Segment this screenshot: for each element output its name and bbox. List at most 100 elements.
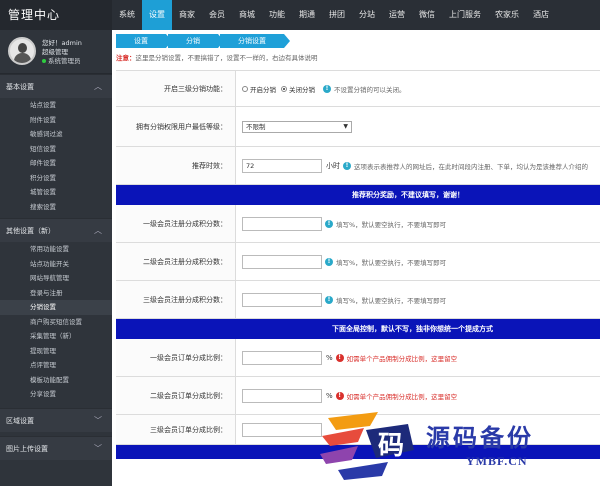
breadcrumb-item[interactable]: 分销 [168,34,224,48]
topnav-item[interactable]: 拼团 [322,0,352,30]
sidebar-item[interactable]: 积分设置 [0,171,112,186]
watermark-glyph: 码 [378,431,404,461]
chevron-up-icon: ︿ [94,82,102,91]
breadcrumb-item[interactable]: 设置 [116,34,172,48]
topnav-item[interactable]: 商家 [172,0,202,30]
topnav-item[interactable]: 期通 [292,0,322,30]
breadcrumb: 设置 分销 分销设置 [116,34,290,48]
app-title: 管理中心 [0,0,112,30]
row-reg2: 二级会员注册分成积分数： ! 填写%，默认要空执行，不要填写即可 [116,243,600,281]
sidebar-group-region[interactable]: 区域设置 ﹀ [0,407,112,432]
time-input[interactable]: 72 [242,158,322,173]
time-unit: 小时 [326,161,340,170]
row-ord1: 一级会员订单分成比例： %! 如需单个产品佣制分成比例，这里留空 [116,339,600,377]
ord3-input[interactable] [242,422,322,437]
sidebar-item[interactable]: 城管设置 [0,185,112,200]
topnav-item[interactable]: 微信 [412,0,442,30]
sidebar-item[interactable]: 模板功能配置 [0,373,112,388]
radio-off-label: 关闭分销 [289,85,315,94]
profile-info: 您好！admin 超级管理 系统管理员 [42,39,82,66]
field-label: 二级会员订单分成比例： [116,377,236,414]
reg1-input[interactable] [242,216,322,231]
radio-on-label: 开启分销 [250,85,276,94]
topnav-item[interactable]: 分站 [352,0,382,30]
sidebar-item[interactable]: 邮件设置 [0,156,112,171]
topnav-item[interactable]: 系统 [112,0,142,30]
sidebar-item[interactable]: 分享设置 [0,387,112,402]
avatar[interactable] [8,37,36,65]
field-hint: 填写%，默认要空执行，不要填写即可 [336,258,447,267]
info-icon: ! [325,219,333,228]
field-label: 拥有分销权限用户最低等级： [116,107,236,146]
reg3-input[interactable] [242,292,322,307]
sidebar-item[interactable]: 点评管理 [0,358,112,373]
section-band-points: 推荐积分奖励，不建议填写，谢谢！ [116,185,600,205]
sidebar-group-other[interactable]: 其他设置（新） ︿ [0,218,112,242]
warning-icon: ! [335,391,344,400]
sidebar-group-upload[interactable]: 图片上传设置 ﹀ [0,435,112,460]
row-reg1: 一级会员注册分成积分数： ! 填写%，默认要空执行，不要填写即可 [116,205,600,243]
percent-unit: % [326,391,333,400]
field-hint: 不设置分销的可以关闭。 [334,85,406,94]
radio-off[interactable] [281,85,287,92]
notice-text: 这里是分销设置，不要搞错了，设置不一样的，右边有具体说明 [135,54,318,62]
sidebar-item[interactable]: 站点功能开关 [0,257,112,272]
watermark-logo-icon: 码 [320,412,414,480]
sidebar-item[interactable]: 敏感词过滤 [0,127,112,142]
breadcrumb-item[interactable]: 分销设置 [220,34,290,48]
percent-unit: % [326,353,333,362]
sidebar-item[interactable]: 常用功能设置 [0,242,112,257]
topnav-item[interactable]: 会员 [202,0,232,30]
online-dot-icon [42,59,46,63]
sidebar-item-active[interactable]: 分销设置 [0,300,112,315]
sidebar-item[interactable]: 站点设置 [0,98,112,113]
sidebar-item[interactable]: 网站导航管理 [0,271,112,286]
profile-greeting: 您好！admin [42,39,82,47]
topnav-item-active[interactable]: 设置 [142,0,172,30]
field-hint: 填写%，默认要空执行，不要填写即可 [336,220,447,229]
ord2-input[interactable] [242,388,322,403]
ord1-input[interactable] [242,350,322,365]
reg2-input[interactable] [242,254,322,269]
topnav-item[interactable]: 商城 [232,0,262,30]
sidebar-item[interactable]: 采集管理（新） [0,329,112,344]
sidebar-item[interactable]: 登录与注册 [0,286,112,301]
profile-role: 超级管理 [42,48,68,56]
info-icon: ! [343,161,351,170]
chevron-down-icon: ▼ [343,122,348,130]
topnav-item[interactable]: 酒店 [526,0,556,30]
info-icon: ! [325,257,333,266]
field-hint: 填写%，默认要空执行，不要填写即可 [336,296,447,305]
sidebar-group-label: 基本设置 [6,83,34,91]
chevron-up-icon: ︿ [94,226,102,235]
watermark-logo: 码 源码备份 YMBF.CN [316,408,600,486]
sidebar-item[interactable]: 商户购买短信设置 [0,315,112,330]
topnav-item[interactable]: 功能 [262,0,292,30]
field-label: 三级会员订单分成比例： [116,415,236,444]
sidebar: 您好！admin 超级管理 系统管理员 基本设置 ︿ 站点设置 附件设置 敏感词… [0,30,112,486]
radio-on[interactable] [242,85,248,92]
watermark-title: 源码备份 [426,423,534,452]
field-label: 一级会员注册分成积分数： [116,205,236,242]
row-time: 推荐时效： 72 小时 ! 这项表示表推荐人的网址后，在此时间段内注册、下单，均认… [116,147,600,185]
settings-form: 开启三级分销功能： 开启分销 关闭分销 ! 不设置分销的可以关闭。 拥有分销权限用… [116,70,600,459]
topnav-item[interactable]: 上门服务 [442,0,488,30]
top-nav: 系统 设置 商家 会员 商城 功能 期通 拼团 分站 运营 微信 上门服务 农家… [112,0,556,30]
field-label: 一级会员订单分成比例： [116,339,236,376]
section-band-global: 下面全局控制，默认不写，独非你想统一个提成方式 [116,319,600,339]
select-value: 不限制 [246,122,266,131]
sidebar-group-label: 区域设置 [6,416,34,425]
sidebar-group-basic[interactable]: 基本设置 ︿ [0,74,112,98]
info-icon: ! [325,295,333,304]
sidebar-item[interactable]: 提现管理 [0,344,112,359]
profile-status: 系统管理员 [48,57,81,65]
sidebar-item[interactable]: 附件设置 [0,113,112,128]
row-enable: 开启三级分销功能： 开启分销 关闭分销 ! 不设置分销的可以关闭。 [116,71,600,107]
warning-icon: ! [335,353,344,362]
topnav-item[interactable]: 农家乐 [488,0,526,30]
row-reg3: 三级会员注册分成积分数： ! 填写%，默认要空执行，不要填写即可 [116,281,600,319]
sidebar-item[interactable]: 搜索设置 [0,200,112,215]
topnav-item[interactable]: 运营 [382,0,412,30]
sidebar-item[interactable]: 短信设置 [0,142,112,157]
min-level-select[interactable]: 不限制 ▼ [242,120,352,133]
